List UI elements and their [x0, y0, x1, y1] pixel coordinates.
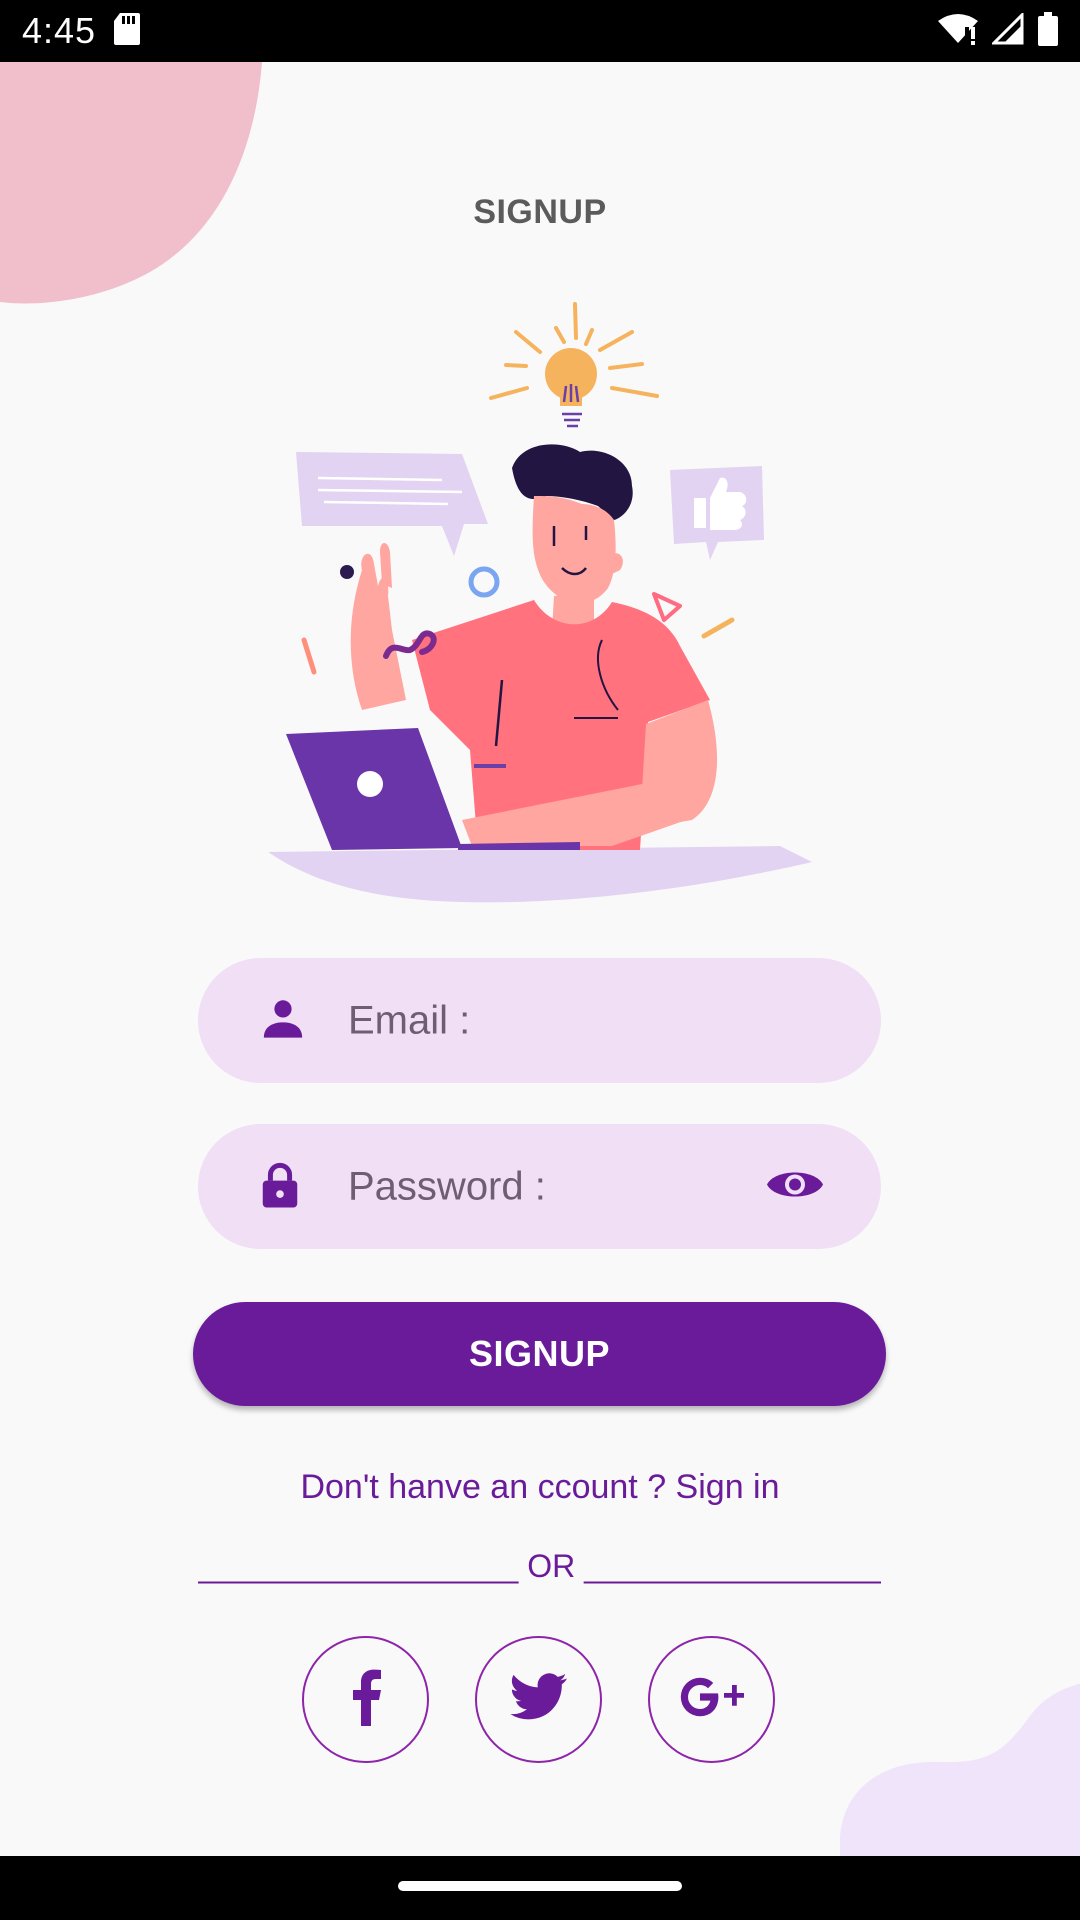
decorative-blob-bottom-right	[840, 1683, 1080, 1856]
password-field[interactable]: Password :	[198, 1124, 881, 1249]
decorative-blob-top-left	[0, 62, 262, 304]
google-plus-icon	[680, 1677, 744, 1722]
status-left: 4:45	[22, 10, 141, 52]
signup-illustration	[268, 302, 812, 903]
google-plus-button[interactable]	[648, 1636, 775, 1763]
twitter-button[interactable]	[475, 1636, 602, 1763]
email-field[interactable]: Email :	[198, 958, 881, 1083]
person-icon	[260, 995, 306, 1046]
signin-link[interactable]: Don't hanve an ccount ? Sign in	[0, 1468, 1080, 1507]
password-placeholder: Password :	[348, 1164, 546, 1208]
twitter-icon	[509, 1673, 568, 1726]
page-title: SIGNUP	[473, 193, 607, 231]
battery-icon	[1038, 11, 1058, 51]
sd-card-icon	[114, 12, 141, 50]
lock-icon	[260, 1161, 300, 1212]
status-bar: 4:45	[0, 0, 1080, 62]
email-placeholder: Email :	[348, 998, 471, 1042]
or-divider: __________________ OR __________________	[198, 1548, 881, 1584]
facebook-icon	[349, 1668, 383, 1731]
status-right	[938, 10, 1058, 51]
status-time: 4:45	[22, 10, 97, 51]
signal-icon	[990, 10, 1024, 50]
wifi-icon	[938, 13, 978, 50]
eye-icon[interactable]	[765, 1164, 825, 1209]
home-gesture-handle[interactable]	[398, 1881, 682, 1891]
facebook-button[interactable]	[302, 1636, 429, 1763]
signup-button[interactable]: SIGNUP	[193, 1302, 886, 1406]
